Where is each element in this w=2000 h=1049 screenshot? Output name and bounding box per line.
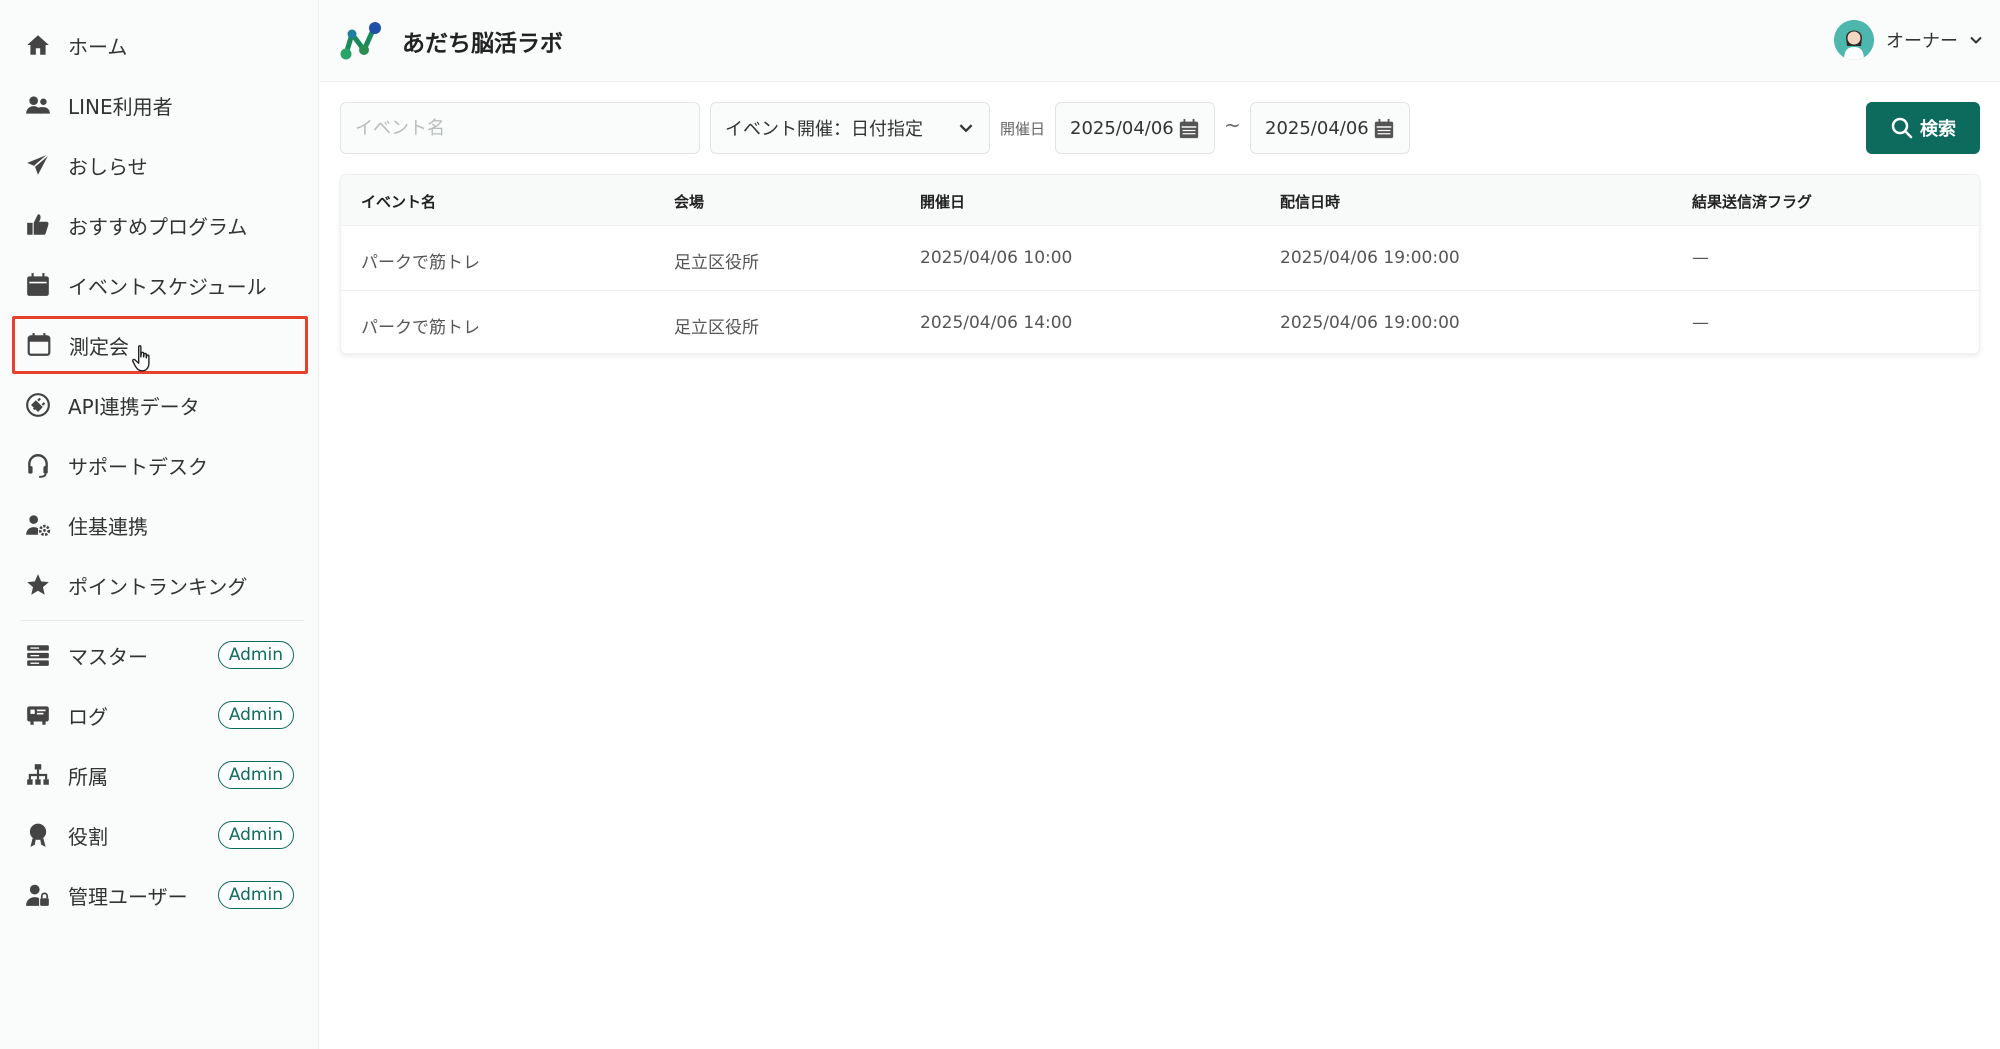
date-from-value: 2025/04/06 [1070,117,1174,139]
calendar-icon[interactable] [1373,118,1395,140]
date-to-value: 2025/04/06 [1265,117,1369,139]
table-header: イベント名 会場 開催日 配信日時 結果送信済フラグ [341,175,1979,225]
cell-venue: 足立区役所 [674,318,759,338]
avatar [1834,20,1874,60]
table-row[interactable]: パークで筋トレ 足立区役所 2025/04/06 14:00 2025/04/0… [341,290,1979,353]
sidebar-item-label: ログ [68,704,108,729]
admin-badge: Admin [217,821,294,849]
home-icon [24,31,52,59]
results-table: イベント名 会場 開催日 配信日時 結果送信済フラグ パークで筋トレ 足立区役所… [340,174,1980,354]
sidebar-item-programs[interactable]: おすすめプログラム [14,198,304,252]
app-logo-icon [340,22,381,60]
user-gear-icon [24,511,52,539]
users-icon [24,91,52,119]
column-header[interactable]: 開催日 [920,191,965,212]
sidebar-item-label: 管理ユーザー [68,884,188,909]
cell-venue: 足立区役所 [674,253,759,273]
hand-cursor-icon [132,345,150,372]
sidebar-item-support-desk[interactable]: サポートデスク [14,438,304,492]
sidebar-item-label: 住基連携 [68,514,148,539]
search-button-label: 検索 [1920,119,1956,140]
admin-badge: Admin [217,701,294,729]
cell-result-sent-flag: — [1692,313,1709,333]
cell-delivery-datetime: 2025/04/06 19:00:00 [1280,313,1460,333]
table-row[interactable]: パークで筋トレ 足立区役所 2025/04/06 10:00 2025/04/0… [341,225,1979,290]
sidebar-item-point-ranking[interactable]: ポイントランキング [14,558,304,612]
headset-icon [24,451,52,479]
sidebar-item-affiliation[interactable]: 所属 Admin [14,748,304,802]
star-icon [24,571,52,599]
award-icon [24,821,52,849]
event-name-input[interactable] [355,117,685,139]
sidebar: ホーム LINE利用者 おしらせ おすすめプログラム イベントスケジュール 測定… [0,0,319,1049]
paper-plane-icon [24,151,52,179]
column-header[interactable]: イベント名 [361,191,436,212]
date-to-field[interactable]: 2025/04/06 [1250,102,1410,154]
event-name-field[interactable] [340,102,700,154]
calendar-icon [24,271,52,299]
sidebar-item-news[interactable]: おしらせ [14,138,304,192]
sidebar-item-role[interactable]: 役割 Admin [14,808,304,862]
chevron-down-icon [959,124,973,133]
chevron-down-icon [1970,36,1982,44]
sidebar-item-log[interactable]: ログ Admin [14,688,304,742]
sidebar-item-api-data[interactable]: API連携データ [14,378,304,432]
admin-badge: Admin [217,761,294,789]
calendar-icon[interactable] [1178,118,1200,140]
sidebar-item-label: 所属 [68,764,108,789]
sidebar-item-label: API連携データ [68,394,200,419]
sidebar-item-label: おしらせ [68,154,148,179]
sidebar-divider [20,620,304,621]
date-from-field[interactable]: 2025/04/06 [1055,102,1215,154]
date-separator: ~ [1224,113,1241,137]
sidebar-item-resident-registry[interactable]: 住基連携 [14,498,304,552]
sidebar-item-label: LINE利用者 [68,94,173,119]
search-button[interactable]: 検索 [1866,102,1980,154]
sidebar-item-label: ホーム [68,34,128,59]
column-header[interactable]: 会場 [674,191,704,212]
cell-event-date: 2025/04/06 14:00 [920,313,1073,333]
sidebar-item-label: サポートデスク [68,454,208,479]
sidebar-item-label: ポイントランキング [68,574,248,599]
sidebar-item-event-schedule[interactable]: イベントスケジュール [14,258,304,312]
plug-icon [24,391,52,419]
column-header[interactable]: 配信日時 [1280,191,1340,212]
sidebar-item-home[interactable]: ホーム [14,18,304,72]
sitemap-icon [24,761,52,789]
cell-event-name: パークで筋トレ [361,318,480,338]
log-icon [24,701,52,729]
sidebar-item-measurement[interactable]: 測定会 [12,316,308,374]
sidebar-item-label: マスター [68,644,148,669]
event-type-select[interactable]: イベント開催：日付指定 [710,102,990,154]
admin-badge: Admin [217,641,294,669]
sidebar-item-master[interactable]: マスター Admin [14,628,304,682]
sidebar-item-label: イベントスケジュール [68,274,267,299]
sidebar-item-admin-users[interactable]: 管理ユーザー Admin [14,868,304,922]
cell-delivery-datetime: 2025/04/06 19:00:00 [1280,248,1460,268]
sidebar-item-label: 役割 [68,824,108,849]
user-name: オーナー [1886,31,1958,52]
top-header: あだち脳活ラボ オーナー [320,0,2000,82]
user-menu[interactable]: オーナー [1834,20,1984,60]
thumbs-up-icon [24,211,52,239]
event-type-value: イベント開催：日付指定 [725,119,923,140]
cell-event-date: 2025/04/06 10:00 [920,248,1073,268]
search-icon [1891,117,1913,139]
date-label: 開催日 [1000,120,1046,138]
sidebar-item-label: 測定会 [69,334,129,359]
database-icon [24,641,52,669]
app-title: あだち脳活ラボ [402,31,563,57]
sidebar-item-label: おすすめプログラム [68,214,248,239]
admin-badge: Admin [217,881,294,909]
cell-event-name: パークで筋トレ [361,253,480,273]
cell-result-sent-flag: — [1692,248,1709,268]
user-lock-icon [24,881,52,909]
column-header[interactable]: 結果送信済フラグ [1692,191,1812,212]
calendar-blank-icon [25,331,53,359]
sidebar-item-line-users[interactable]: LINE利用者 [14,78,304,132]
